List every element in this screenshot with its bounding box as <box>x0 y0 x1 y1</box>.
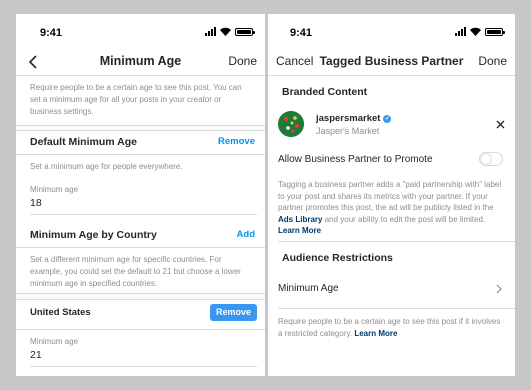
chevron-right-icon <box>496 284 502 294</box>
close-icon[interactable] <box>496 120 505 129</box>
audience-learn-more-link[interactable]: Learn More <box>354 329 397 338</box>
branded-desc-text-2: and your ability to edit the post will b… <box>324 214 486 224</box>
tagged-partner-screen: 9:41 Cancel Tagged Business Partner Done… <box>268 14 515 376</box>
divider <box>278 308 515 309</box>
field-underline <box>30 366 257 367</box>
nav-bar: Cancel Tagged Business Partner Done <box>268 48 515 76</box>
section-divider <box>16 125 265 131</box>
done-button[interactable]: Done <box>478 54 507 68</box>
remove-country-button[interactable]: Remove <box>210 304 257 321</box>
default-age-field[interactable]: 18 <box>16 197 265 209</box>
country-age-title: Minimum Age by Country <box>30 229 157 241</box>
partner-name: Jasper's Market <box>316 126 380 136</box>
wifi-icon <box>220 27 231 36</box>
divider <box>16 329 265 330</box>
wifi-icon <box>470 27 481 36</box>
default-age-field-label: Minimum age <box>30 185 79 194</box>
learn-more-link[interactable]: Learn More <box>278 226 321 235</box>
verified-badge-icon: ✓ <box>383 115 392 123</box>
country-age-desc: Set a different minimum age for specific… <box>30 255 241 288</box>
partner-avatar <box>278 111 304 137</box>
remove-default-link[interactable]: Remove <box>218 136 255 147</box>
status-bar: 9:41 <box>268 14 515 48</box>
intro-text: Require people to be a certain age to se… <box>30 83 242 116</box>
country-age-field-label: Minimum age <box>30 337 79 346</box>
divider <box>278 241 515 242</box>
signal-icon <box>455 27 466 36</box>
status-time: 9:41 <box>40 27 63 39</box>
promote-toggle[interactable] <box>479 152 503 166</box>
partner-info[interactable]: jaspersmarket ✓ Jasper's Market <box>316 113 515 136</box>
status-icons <box>455 27 505 36</box>
audience-restrictions-title: Audience Restrictions <box>282 252 393 264</box>
country-age-field[interactable]: 21 <box>16 349 265 361</box>
field-underline <box>30 214 257 215</box>
status-bar: 9:41 <box>16 14 265 48</box>
section-divider <box>16 293 265 300</box>
add-country-link[interactable]: Add <box>237 229 255 240</box>
branded-desc-text: Tagging a business partner adds a "paid … <box>278 180 502 212</box>
branded-desc: Tagging a business partner adds a "paid … <box>278 179 505 237</box>
nav-bar: Minimum Age Done <box>16 48 265 76</box>
status-icons <box>205 27 255 36</box>
battery-icon <box>235 28 255 36</box>
default-age-section: Default Minimum Age Remove <box>16 136 265 148</box>
country-entry: United States Remove <box>16 304 265 321</box>
divider <box>16 154 265 155</box>
country-age-section: Minimum Age by Country Add <box>16 229 265 241</box>
branded-content-title: Branded Content <box>282 86 368 98</box>
default-age-desc: Set a minimum age for people everywhere. <box>30 162 183 171</box>
divider <box>16 247 265 248</box>
status-time: 9:41 <box>290 27 313 39</box>
minimum-age-row-label: Minimum Age <box>278 283 339 294</box>
audience-desc: Require people to be a certain age to se… <box>278 316 505 339</box>
ads-library-link[interactable]: Ads Library <box>278 215 322 224</box>
minimum-age-row[interactable]: Minimum Age <box>268 274 515 302</box>
partner-logo-icon <box>278 111 304 137</box>
done-button[interactable]: Done <box>228 54 257 68</box>
signal-icon <box>205 27 216 36</box>
battery-icon <box>485 28 505 36</box>
minimum-age-screen: 9:41 Minimum Age Done Require people to … <box>16 14 265 376</box>
partner-username: jaspersmarket <box>316 113 381 124</box>
